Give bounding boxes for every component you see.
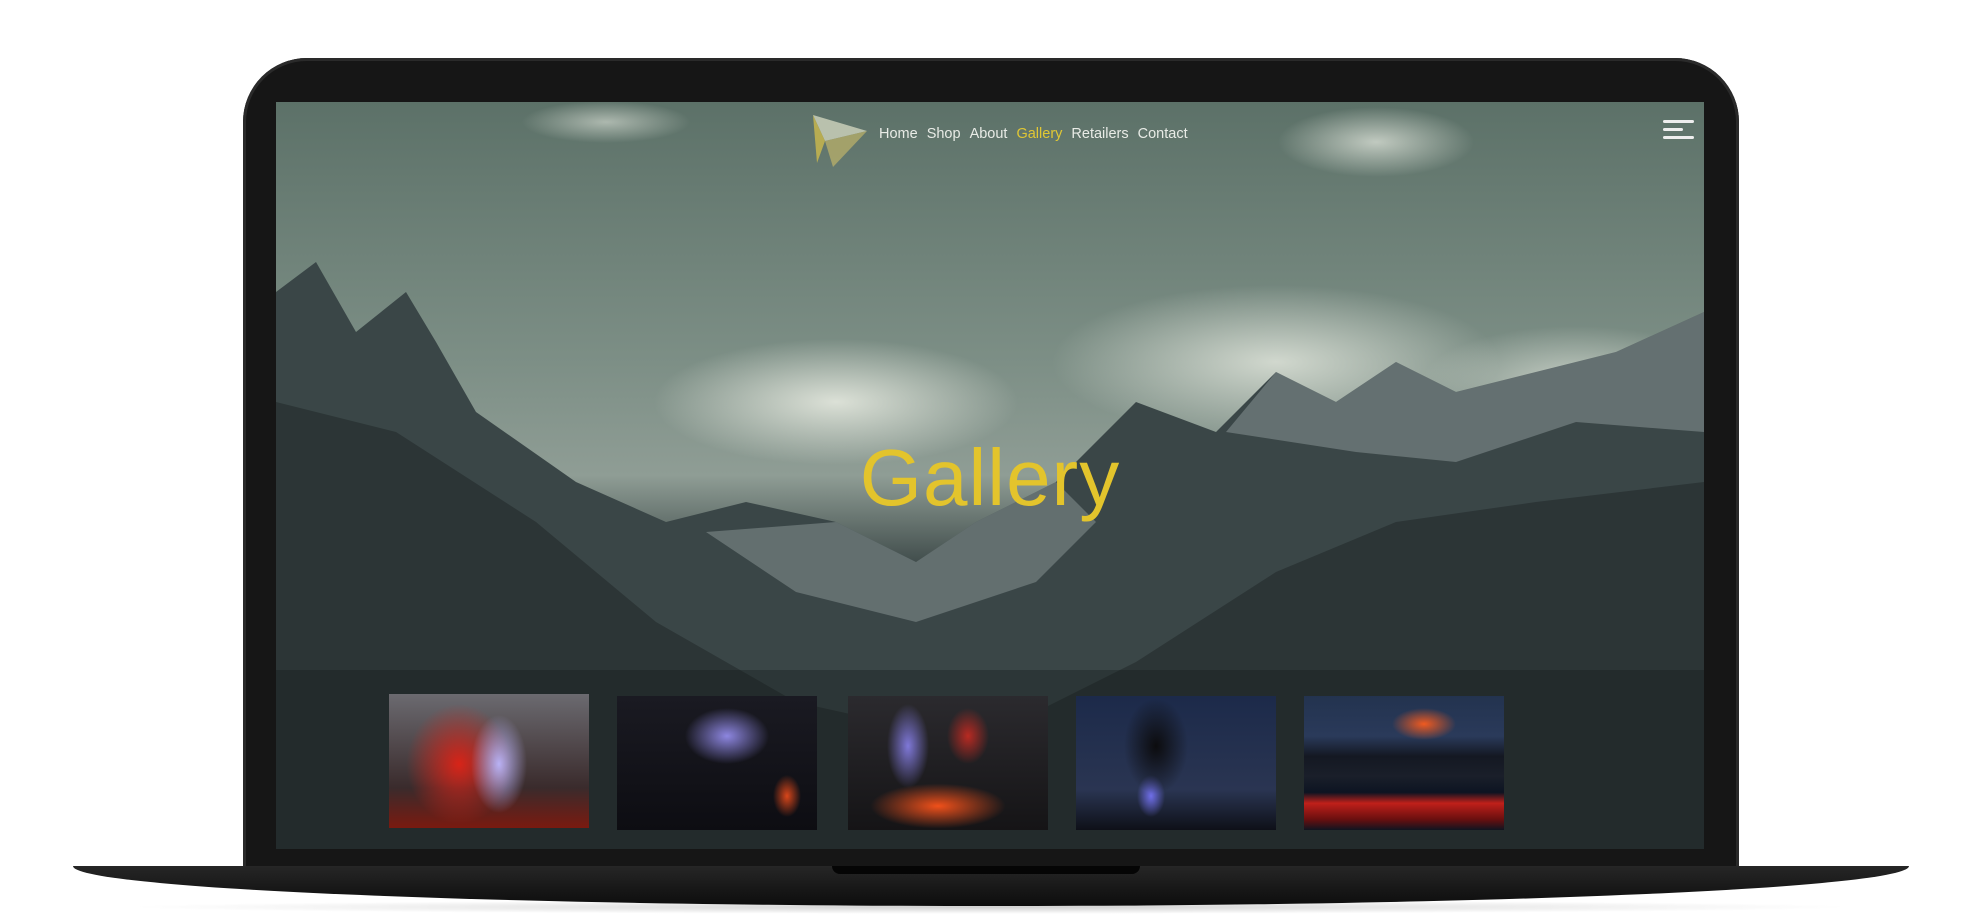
gallery-thumbnail-5[interactable] xyxy=(1304,696,1504,830)
hamburger-menu-icon[interactable] xyxy=(1663,120,1694,144)
nav-shop[interactable]: Shop xyxy=(927,126,961,142)
nav-home[interactable]: Home xyxy=(879,126,918,142)
nav-contact[interactable]: Contact xyxy=(1138,126,1188,142)
laptop-notch xyxy=(832,866,1140,874)
nav-retailers[interactable]: Retailers xyxy=(1071,126,1128,142)
gallery-thumbnail-2[interactable] xyxy=(617,696,817,830)
page-title: Gallery xyxy=(859,433,1121,522)
gallery-thumbnail-3[interactable] xyxy=(848,696,1048,830)
main-nav: Home Shop About Gallery Retailers Contac… xyxy=(809,107,1188,169)
paper-plane-logo-icon[interactable] xyxy=(809,107,871,169)
gallery-thumbnail-1[interactable] xyxy=(389,694,589,828)
nav-about[interactable]: About xyxy=(970,126,1008,142)
nav-gallery[interactable]: Gallery xyxy=(1016,126,1062,142)
gallery-thumbnail-4[interactable] xyxy=(1076,696,1276,830)
website-screen: Home Shop About Gallery Retailers Contac… xyxy=(276,102,1704,849)
